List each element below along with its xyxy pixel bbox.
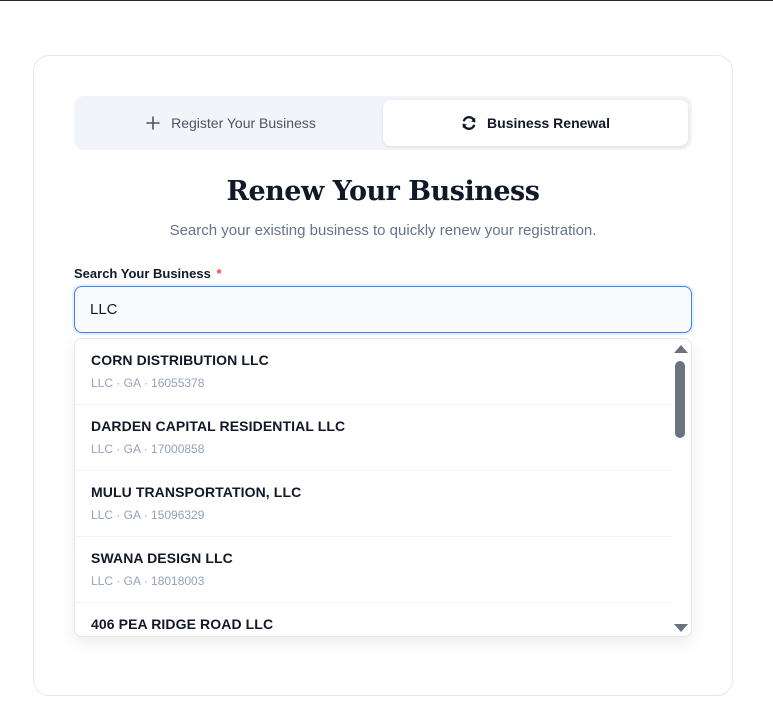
scroll-down-arrow-icon[interactable]: [674, 624, 688, 632]
result-item[interactable]: CORN DISTRIBUTION LLC LLC · GA · 1605537…: [75, 339, 673, 405]
result-item[interactable]: SWANA DESIGN LLC LLC · GA · 18018003: [75, 537, 673, 603]
results-list[interactable]: CORN DISTRIBUTION LLC LLC · GA · 1605537…: [75, 339, 673, 636]
result-item[interactable]: MULU TRANSPORTATION, LLC LLC · GA · 1509…: [75, 471, 673, 537]
required-marker: *: [216, 266, 222, 281]
renewal-card: Register Your Business Business Renewal …: [33, 55, 733, 696]
tab-renewal-label: Business Renewal: [487, 115, 610, 131]
page-subtitle: Search your existing business to quickly…: [169, 222, 597, 239]
result-meta: LLC · GA · 18018003: [91, 574, 205, 588]
page-title: Renew Your Business: [226, 176, 540, 207]
tab-register-label: Register Your Business: [171, 115, 316, 131]
results-scrollbar[interactable]: [671, 339, 691, 636]
plus-icon: [145, 115, 161, 131]
result-name: DARDEN CAPITAL RESIDENTIAL LLC: [91, 418, 346, 434]
result-meta: LLC · GA · 17000858: [91, 442, 205, 456]
refresh-icon: [461, 115, 477, 131]
scroll-up-arrow-icon[interactable]: [674, 345, 688, 353]
search-label: Search Your Business *: [74, 266, 222, 281]
result-item[interactable]: 406 PEA RIDGE ROAD LLC: [75, 603, 673, 636]
result-name: SWANA DESIGN LLC: [91, 550, 233, 566]
tab-business-renewal[interactable]: Business Renewal: [383, 100, 688, 146]
result-name: MULU TRANSPORTATION, LLC: [91, 484, 302, 500]
scroll-thumb[interactable]: [675, 361, 685, 438]
result-item[interactable]: DARDEN CAPITAL RESIDENTIAL LLC LLC · GA …: [75, 405, 673, 471]
result-name: CORN DISTRIBUTION LLC: [91, 352, 269, 368]
mode-tabs: Register Your Business Business Renewal: [74, 96, 692, 150]
result-name: 406 PEA RIDGE ROAD LLC: [91, 616, 274, 632]
search-results-dropdown: CORN DISTRIBUTION LLC LLC · GA · 1605537…: [74, 338, 692, 637]
top-border: [0, 0, 773, 1]
business-search-input[interactable]: [74, 286, 692, 333]
tab-register-business[interactable]: Register Your Business: [78, 100, 383, 146]
result-meta: LLC · GA · 15096329: [91, 508, 205, 522]
result-meta: LLC · GA · 16055378: [91, 376, 205, 390]
search-label-text: Search Your Business: [74, 266, 211, 281]
